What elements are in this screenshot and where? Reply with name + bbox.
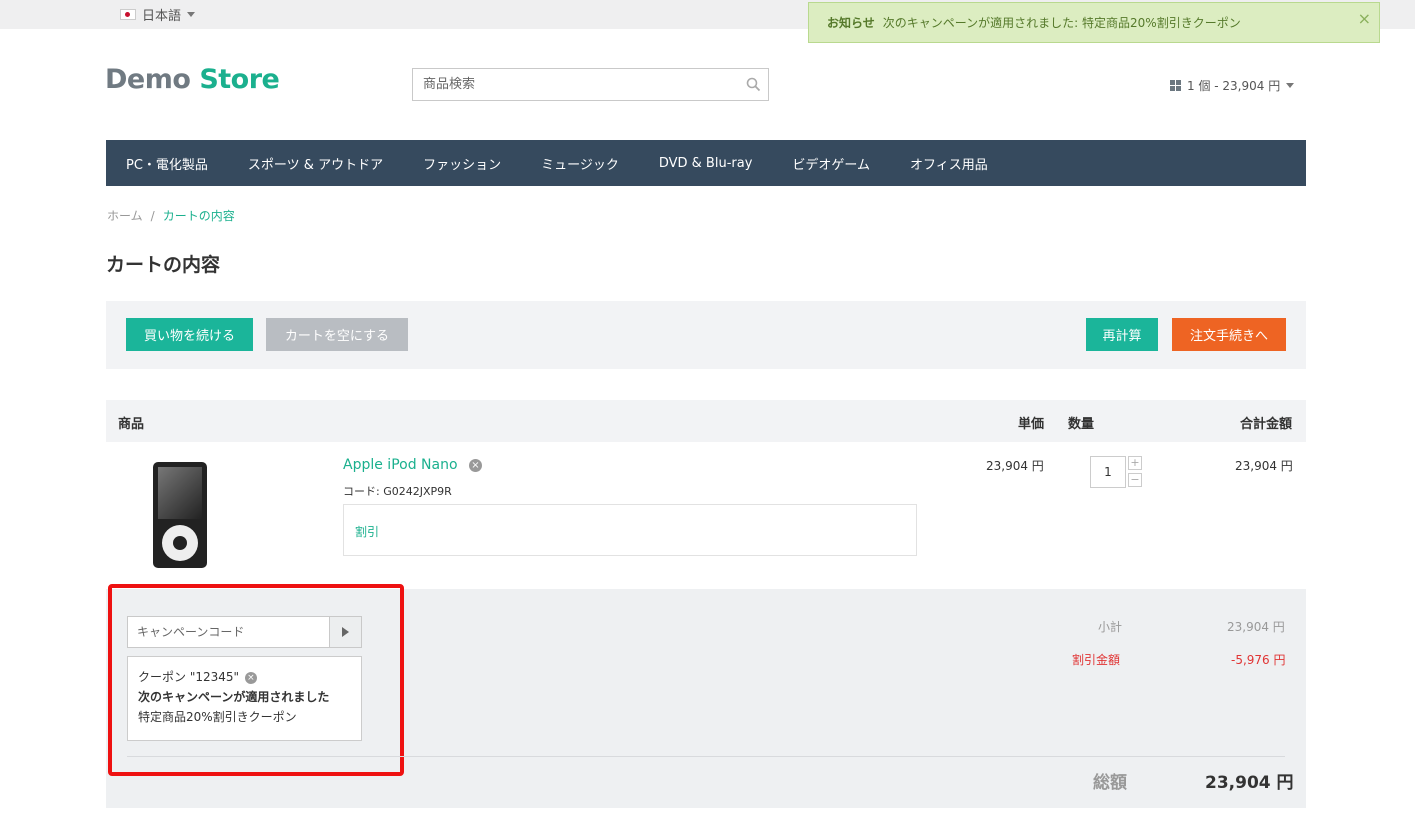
qty-increase-button[interactable]: + — [1128, 456, 1142, 470]
total-label: 総額 — [1093, 773, 1127, 793]
nav-item-fashion[interactable]: ファッション — [423, 154, 501, 173]
nav-item-pc[interactable]: PC・電化製品 — [126, 154, 208, 173]
close-icon[interactable]: × — [1358, 9, 1371, 28]
product-discount-box: 割引 — [343, 504, 917, 556]
page-title: カートの内容 — [106, 254, 221, 276]
discount-amount-label: 割引金額 — [1072, 653, 1121, 667]
japan-flag-icon — [120, 9, 136, 20]
mini-cart[interactable]: 1 個 - 23,904 円 — [1170, 77, 1295, 94]
nav-item-office[interactable]: オフィス用品 — [910, 154, 988, 173]
nav-item-videogame[interactable]: ビデオゲーム — [792, 154, 870, 173]
main-nav: PC・電化製品 スポーツ & アウトドア ファッション ミュージック DVD &… — [106, 140, 1306, 186]
summary-divider — [127, 756, 1285, 757]
header-product: 商品 — [118, 417, 145, 432]
breadcrumb: ホーム / カートの内容 — [107, 207, 235, 224]
search-input[interactable] — [413, 69, 738, 100]
highlight-frame — [108, 584, 404, 776]
subtotal-value: 23,904 円 — [1227, 620, 1285, 634]
product-code: コード: G0242JXP9R — [343, 485, 452, 498]
breadcrumb-current: カートの内容 — [162, 209, 235, 223]
language-label: 日本語 — [142, 9, 182, 24]
notice-title: お知らせ — [827, 16, 875, 30]
discount-amount-value: -5,976 円 — [1231, 653, 1286, 667]
notification-banner: お知らせ 次のキャンペーンが適用されました: 特定商品20%割引きクーポン × — [808, 2, 1380, 43]
nav-item-sports[interactable]: スポーツ & アウトドア — [248, 154, 383, 173]
total-value: 23,904 円 — [1205, 773, 1294, 793]
header-qty: 数量 — [1068, 417, 1095, 432]
breadcrumb-home[interactable]: ホーム — [107, 209, 143, 223]
cart-table-header: 商品 単価 数量 合計金額 — [106, 400, 1306, 442]
qty-decrease-button[interactable]: − — [1128, 473, 1142, 487]
mini-cart-summary: 1 個 - 23,904 円 — [1187, 79, 1281, 93]
header-price: 単価 — [1018, 417, 1045, 432]
discount-label: 割引 — [355, 525, 380, 539]
line-total: 23,904 円 — [1235, 459, 1293, 473]
continue-shopping-button[interactable]: 買い物を続ける — [126, 318, 253, 351]
recalculate-button[interactable]: 再計算 — [1086, 318, 1158, 351]
notice-message: 次のキャンペーンが適用されました: 特定商品20%割引きクーポン — [882, 16, 1241, 30]
logo-part-1: Demo — [105, 64, 191, 95]
checkout-button[interactable]: 注文手続きへ — [1172, 318, 1286, 351]
search-box — [412, 68, 769, 101]
product-name-link[interactable]: Apple iPod Nano — [343, 457, 458, 473]
search-icon[interactable] — [738, 69, 768, 100]
nav-item-music[interactable]: ミュージック — [541, 154, 619, 173]
remove-item-icon[interactable]: × — [469, 459, 482, 472]
logo-part-2: Store — [199, 64, 280, 95]
cart-icon — [1170, 80, 1181, 91]
product-image[interactable] — [153, 462, 207, 568]
subtotal-label: 小計 — [1098, 620, 1123, 634]
header-total: 合計金額 — [1240, 417, 1293, 432]
nav-item-dvd[interactable]: DVD & Blu-ray — [659, 156, 753, 171]
unit-price: 23,904 円 — [986, 459, 1044, 473]
store-logo[interactable]: Demo Store — [105, 64, 280, 95]
clear-cart-button[interactable]: カートを空にする — [266, 318, 408, 351]
cart-actions-bar: 買い物を続ける カートを空にする 再計算 注文手続きへ — [106, 301, 1306, 369]
chevron-down-icon — [187, 12, 196, 17]
quantity-input[interactable]: 1 — [1090, 456, 1126, 488]
language-selector[interactable]: 日本語 — [120, 5, 196, 24]
chevron-down-icon — [1286, 83, 1295, 88]
breadcrumb-separator: / — [150, 209, 155, 223]
